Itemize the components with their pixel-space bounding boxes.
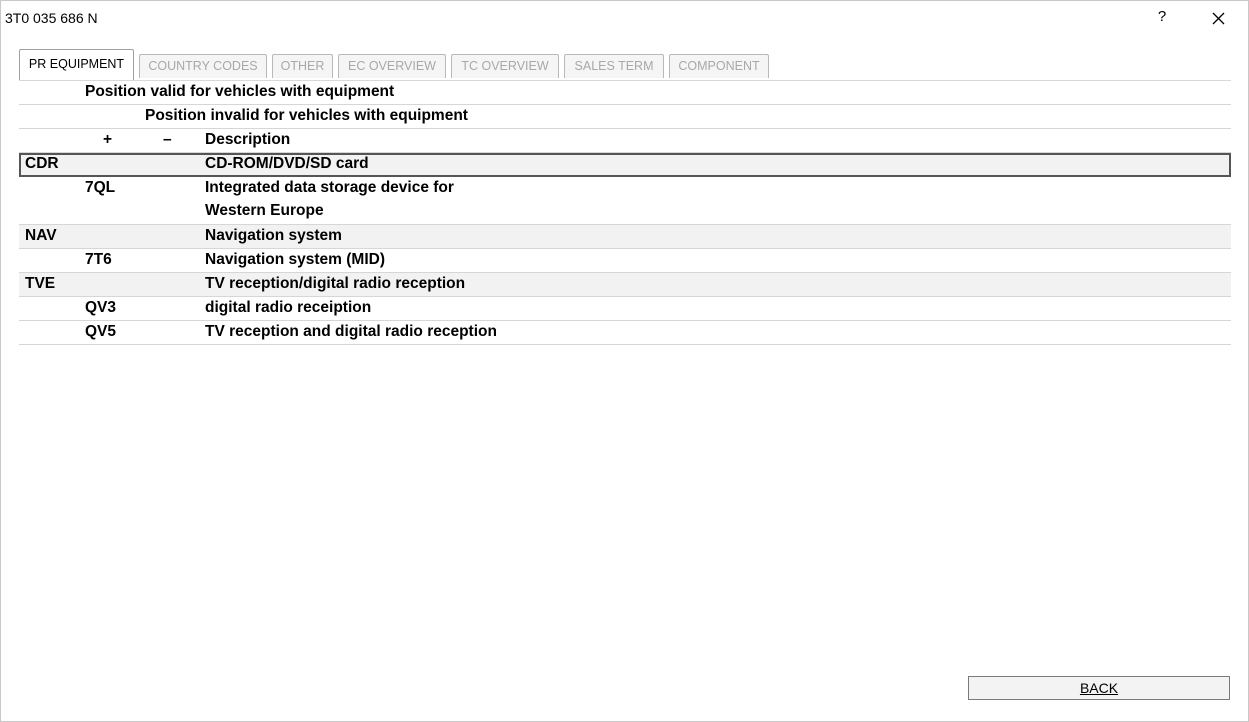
row-code: CDR bbox=[25, 155, 59, 172]
table-row[interactable]: 7T6 Navigation system (MID) bbox=[19, 249, 1231, 273]
row-sub-code: QV5 bbox=[85, 323, 117, 340]
header-invalid-label: Position invalid for vehicles with equip… bbox=[145, 107, 468, 124]
header-plus: + bbox=[103, 131, 113, 148]
window-title: 3T0 035 686 N bbox=[5, 10, 98, 26]
row-description: TV reception/digital radio reception bbox=[205, 275, 466, 292]
dialog-window: 3T0 035 686 N ? PR EQUIPMENT COUNTRY COD… bbox=[0, 0, 1249, 722]
help-button[interactable]: ? bbox=[1149, 5, 1175, 31]
row-description: TV reception and digital radio reception bbox=[205, 323, 497, 340]
row-description: digital radio receiption bbox=[205, 299, 372, 316]
header-row-valid: Position valid for vehicles with equipme… bbox=[19, 81, 1231, 105]
row-code: NAV bbox=[25, 227, 57, 244]
header-valid-label: Position valid for vehicles with equipme… bbox=[85, 83, 395, 100]
tab-component[interactable]: COMPONENT bbox=[669, 54, 769, 78]
title-bar: 3T0 035 686 N ? bbox=[1, 1, 1248, 35]
table-row[interactable]: NAV Navigation system bbox=[19, 225, 1231, 249]
row-sub-code: 7QL bbox=[85, 179, 116, 196]
row-description: Integrated data storage device for Weste… bbox=[205, 179, 454, 220]
row-description: Navigation system bbox=[205, 227, 342, 244]
tab-other[interactable]: OTHER bbox=[272, 54, 333, 78]
tab-ec-overview[interactable]: EC OVERVIEW bbox=[338, 54, 446, 78]
table-row[interactable]: 7QL Integrated data storage device for W… bbox=[19, 177, 1231, 225]
close-button[interactable] bbox=[1204, 5, 1232, 31]
tab-country-codes[interactable]: COUNTRY CODES bbox=[139, 54, 267, 78]
table-row[interactable]: CDR CD-ROM/DVD/SD card bbox=[19, 153, 1231, 177]
close-icon bbox=[1212, 12, 1225, 25]
row-description: CD-ROM/DVD/SD card bbox=[205, 155, 369, 172]
header-row-columns: + – Description bbox=[19, 129, 1231, 153]
header-minus: – bbox=[163, 131, 172, 148]
row-description-line1: Integrated data storage device for bbox=[205, 179, 454, 196]
pr-equipment-table: Position valid for vehicles with equipme… bbox=[19, 81, 1231, 345]
table-row[interactable]: QV3 digital radio receiption bbox=[19, 297, 1231, 321]
tab-pr-equipment[interactable]: PR EQUIPMENT bbox=[19, 49, 134, 80]
tab-sales-term[interactable]: SALES TERM bbox=[564, 54, 664, 78]
table-row[interactable]: QV5 TV reception and digital radio recep… bbox=[19, 321, 1231, 345]
table-row[interactable]: TVE TV reception/digital radio reception bbox=[19, 273, 1231, 297]
row-description: Navigation system (MID) bbox=[205, 251, 386, 268]
row-sub-code: QV3 bbox=[85, 299, 117, 316]
back-button[interactable]: BACK bbox=[968, 676, 1230, 700]
header-row-invalid: Position invalid for vehicles with equip… bbox=[19, 105, 1231, 129]
row-sub-code: 7T6 bbox=[85, 251, 112, 268]
tab-tc-overview[interactable]: TC OVERVIEW bbox=[451, 54, 559, 78]
header-description: Description bbox=[205, 131, 291, 148]
row-code: TVE bbox=[25, 275, 56, 292]
row-description-line2: Western Europe bbox=[205, 202, 324, 219]
